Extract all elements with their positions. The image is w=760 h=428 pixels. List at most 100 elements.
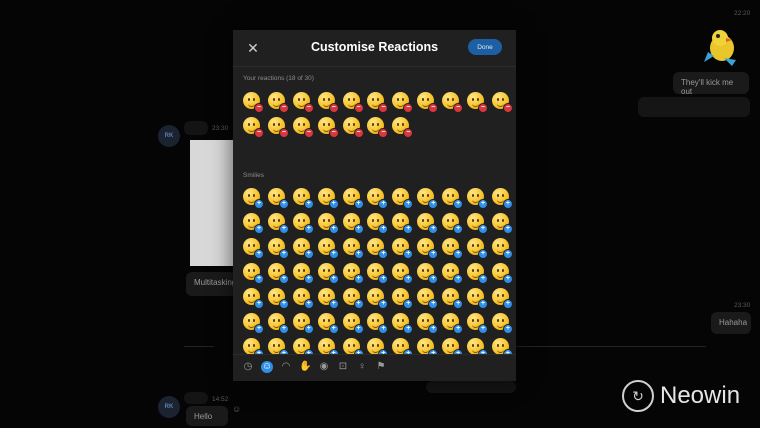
food-icon[interactable]: ◉ <box>318 361 330 373</box>
reaction-emoji[interactable]: − <box>365 114 390 139</box>
smiley-emoji[interactable]: + <box>266 260 291 285</box>
reaction-emoji[interactable]: − <box>415 89 440 114</box>
smiley-emoji[interactable]: + <box>390 185 415 210</box>
smiley-emoji[interactable]: + <box>415 310 440 335</box>
reaction-emoji[interactable]: − <box>390 114 415 139</box>
smiley-emoji[interactable]: + <box>490 260 515 285</box>
smiley-emoji[interactable]: + <box>266 310 291 335</box>
smiley-emoji[interactable]: + <box>490 285 515 310</box>
reaction-emoji[interactable]: − <box>341 89 366 114</box>
smiley-emoji[interactable]: + <box>266 185 291 210</box>
reaction-emoji[interactable]: − <box>365 89 390 114</box>
smiley-emoji[interactable]: + <box>291 185 316 210</box>
smiley-emoji[interactable]: + <box>241 285 266 310</box>
smiley-icon[interactable]: ☺ <box>261 361 273 373</box>
smiley-emoji[interactable]: + <box>365 285 390 310</box>
reaction-emoji[interactable]: − <box>316 114 341 139</box>
smiley-emoji[interactable]: + <box>341 235 366 260</box>
smiley-emoji[interactable]: + <box>316 285 341 310</box>
gesture-icon[interactable]: ✋ <box>299 361 311 373</box>
done-button[interactable]: Done <box>468 39 502 55</box>
smiley-emoji[interactable]: + <box>415 285 440 310</box>
smiley-emoji[interactable]: + <box>390 260 415 285</box>
smiley-emoji[interactable]: + <box>241 310 266 335</box>
reaction-emoji[interactable]: − <box>241 114 266 139</box>
smiley-emoji[interactable]: + <box>241 235 266 260</box>
smiley-emoji[interactable]: + <box>415 210 440 235</box>
smiley-emoji[interactable]: + <box>291 285 316 310</box>
react-smiley-icon[interactable]: ☺ <box>232 404 241 414</box>
smiley-emoji[interactable]: + <box>465 210 490 235</box>
reaction-emoji[interactable]: − <box>266 89 291 114</box>
lightbulb-icon[interactable]: ♀ <box>356 361 368 373</box>
smiley-emoji[interactable]: + <box>316 235 341 260</box>
smiley-emoji[interactable]: + <box>241 185 266 210</box>
smiley-emoji[interactable]: + <box>390 235 415 260</box>
smiley-emoji[interactable]: + <box>465 260 490 285</box>
smiley-emoji[interactable]: + <box>465 185 490 210</box>
reaction-emoji[interactable]: − <box>390 89 415 114</box>
smiley-emoji[interactable]: + <box>415 185 440 210</box>
smiley-emoji[interactable]: + <box>266 210 291 235</box>
animals-icon[interactable]: ◠ <box>280 361 292 373</box>
smiley-emoji[interactable]: + <box>490 210 515 235</box>
smiley-emoji[interactable]: + <box>465 310 490 335</box>
smiley-emoji[interactable]: + <box>490 310 515 335</box>
smiley-emoji[interactable]: + <box>365 210 390 235</box>
smiley-emoji[interactable]: + <box>390 285 415 310</box>
smiley-emoji[interactable]: + <box>490 235 515 260</box>
smiley-emoji[interactable]: + <box>465 235 490 260</box>
smiley-emoji[interactable]: + <box>291 210 316 235</box>
smiley-emoji[interactable]: + <box>341 260 366 285</box>
smiley-emoji[interactable]: + <box>266 285 291 310</box>
smiley-emoji[interactable]: + <box>440 260 465 285</box>
smiley-emoji[interactable]: + <box>291 310 316 335</box>
smiley-emoji[interactable]: + <box>291 260 316 285</box>
smiley-emoji[interactable]: + <box>341 285 366 310</box>
smiley-emoji[interactable]: + <box>440 185 465 210</box>
smiley-emoji[interactable]: + <box>365 310 390 335</box>
smiley-emoji[interactable]: + <box>390 210 415 235</box>
smiley-emoji[interactable]: + <box>316 260 341 285</box>
smiley-emoji[interactable]: + <box>241 210 266 235</box>
reaction-emoji[interactable]: − <box>490 89 515 114</box>
smiley-emoji[interactable]: + <box>341 210 366 235</box>
smiley-emoji[interactable]: + <box>341 185 366 210</box>
smiley-emoji[interactable]: + <box>316 185 341 210</box>
message-time: 22:20 <box>734 10 751 17</box>
smiley-emoji[interactable]: + <box>365 260 390 285</box>
remove-badge-icon: − <box>453 103 464 113</box>
smiley-emoji[interactable]: + <box>415 260 440 285</box>
smiley-emoji[interactable]: + <box>266 235 291 260</box>
flag-icon[interactable]: ⚑ <box>375 361 387 373</box>
smiley-emoji[interactable]: + <box>341 310 366 335</box>
smiley-emoji[interactable]: + <box>415 235 440 260</box>
smiley-emoji[interactable]: + <box>465 285 490 310</box>
reaction-emoji[interactable]: − <box>465 89 490 114</box>
smiley-emoji[interactable]: + <box>316 310 341 335</box>
travel-icon[interactable]: ⊡ <box>337 361 349 373</box>
smiley-emoji[interactable]: + <box>291 235 316 260</box>
reaction-emoji[interactable]: − <box>266 114 291 139</box>
add-badge-icon: + <box>303 274 314 284</box>
recent-clock-icon[interactable]: ◷ <box>242 361 254 373</box>
smiley-emoji[interactable]: + <box>365 235 390 260</box>
add-badge-icon: + <box>254 249 264 259</box>
smiley-emoji[interactable]: + <box>390 310 415 335</box>
neowin-wordmark: Neowin <box>660 382 741 409</box>
smiley-emoji[interactable]: + <box>440 310 465 335</box>
smiley-emoji[interactable]: + <box>490 185 515 210</box>
smiley-emoji[interactable]: + <box>316 210 341 235</box>
reaction-emoji[interactable]: − <box>291 89 316 114</box>
smiley-emoji[interactable]: + <box>440 285 465 310</box>
reaction-emoji[interactable]: − <box>440 89 465 114</box>
smiley-emoji[interactable]: + <box>440 210 465 235</box>
add-badge-icon: + <box>428 274 439 284</box>
reaction-emoji[interactable]: − <box>316 89 341 114</box>
reaction-emoji[interactable]: − <box>341 114 366 139</box>
smiley-emoji[interactable]: + <box>241 260 266 285</box>
smiley-emoji[interactable]: + <box>365 185 390 210</box>
reaction-emoji[interactable]: − <box>291 114 316 139</box>
smiley-emoji[interactable]: + <box>440 235 465 260</box>
reaction-emoji[interactable]: − <box>241 89 266 114</box>
